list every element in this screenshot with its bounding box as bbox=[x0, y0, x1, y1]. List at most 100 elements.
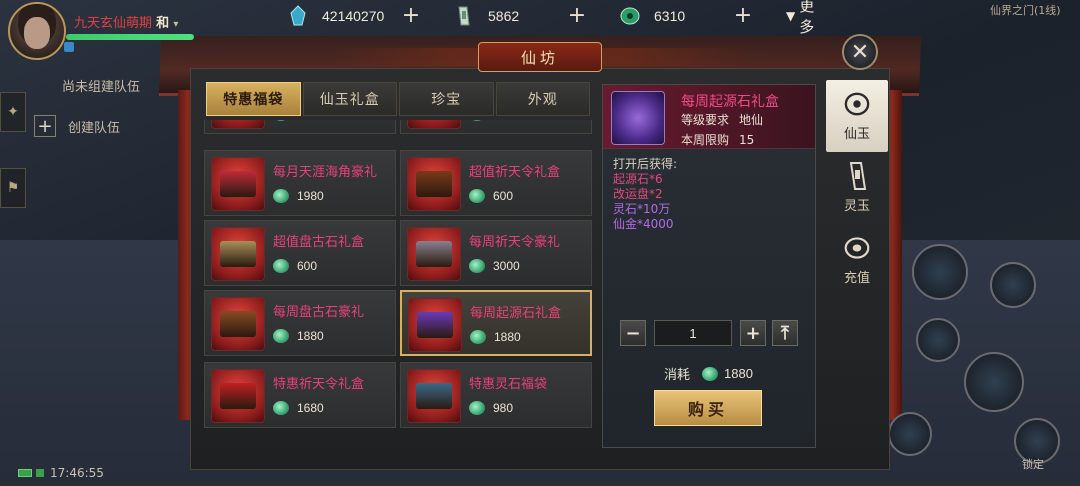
quest-tab-icon[interactable]: ✦ bbox=[0, 92, 26, 132]
shop-item[interactable]: 特惠祈天令礼盒 1680 bbox=[204, 362, 396, 428]
level-requirement-label: 等级要求 bbox=[681, 113, 730, 127]
jade-coin-icon bbox=[273, 189, 289, 203]
resource-jade-coin: 6310 + bbox=[620, 5, 780, 27]
team-tab-icon[interactable]: ⚑ bbox=[0, 168, 26, 208]
item-name: 超值盘古石礼盒 bbox=[273, 235, 365, 250]
item-price-value: 3000 bbox=[493, 259, 520, 273]
lucky-bag-icon bbox=[211, 157, 265, 211]
jade-coin-icon bbox=[273, 259, 289, 273]
skill-button-1[interactable] bbox=[912, 244, 968, 300]
skill-button-5[interactable] bbox=[888, 412, 932, 456]
team-panel: 尚未组建队伍 + 创建队伍 bbox=[28, 70, 188, 137]
jade-coin-icon bbox=[273, 401, 289, 415]
item-name: 每周起源石礼盒 bbox=[470, 306, 562, 321]
side-tab-jade[interactable]: 仙玉 bbox=[826, 80, 888, 152]
purchase-cost: 消耗 1880 bbox=[664, 364, 753, 383]
buy-button[interactable]: 购买 bbox=[654, 390, 762, 426]
minus-icon: − bbox=[625, 322, 641, 344]
gift-box-icon bbox=[211, 120, 265, 129]
treasure-chest-icon bbox=[611, 91, 665, 145]
item-price: 600 bbox=[469, 189, 513, 203]
tab-treasure[interactable]: 珍宝 bbox=[399, 82, 494, 116]
add-spirit-crystal-button[interactable]: + bbox=[400, 5, 422, 27]
reward-item: 起源石*6 bbox=[613, 172, 663, 186]
player-name: 九天玄仙萌期 和 ▾ bbox=[74, 12, 178, 31]
close-button[interactable]: ✕ bbox=[842, 34, 878, 70]
item-price-value: 1680 bbox=[297, 401, 324, 415]
lucky-bag-icon bbox=[407, 369, 461, 423]
skill-button-3[interactable] bbox=[916, 318, 960, 362]
shop-item[interactable]: 特惠灵石福袋 980 bbox=[400, 362, 592, 428]
tab-jade-gift-box[interactable]: 仙玉礼盒 bbox=[302, 82, 397, 116]
shop-item[interactable]: 超值盘古石礼盒 600 bbox=[204, 220, 396, 286]
item-price-value: 1880 bbox=[494, 330, 521, 344]
shop-title: 仙坊 bbox=[478, 42, 602, 72]
cost-value: 1880 bbox=[724, 366, 753, 381]
detail-item-name: 每周起源石礼盒 bbox=[681, 94, 779, 110]
item-price-value: 600 bbox=[297, 259, 318, 273]
status-icon bbox=[64, 42, 74, 52]
wifi-icon bbox=[36, 469, 44, 477]
tab-appearance[interactable]: 外观 bbox=[495, 82, 590, 116]
side-tab-recharge[interactable]: 充值 bbox=[826, 224, 888, 296]
skill-button-2[interactable] bbox=[990, 262, 1036, 308]
reward-item: 仙金*4000 bbox=[613, 217, 674, 231]
item-price: 12880 bbox=[469, 120, 526, 121]
create-team-button[interactable]: + 创建队伍 bbox=[34, 115, 188, 137]
item-name: 特惠灵石福袋 bbox=[469, 377, 548, 392]
shop-item[interactable]: 18880 bbox=[204, 120, 396, 134]
shop-tabs: 特惠福袋 仙玉礼盒 珍宝 外观 bbox=[206, 82, 592, 116]
lock-label: 锁定 bbox=[1022, 458, 1044, 471]
shop-item[interactable]: 12880 bbox=[400, 120, 592, 134]
side-tab-label: 仙玉 bbox=[843, 126, 870, 142]
add-talisman-button[interactable]: + bbox=[566, 5, 588, 27]
item-name: 特惠祈天令礼盒 bbox=[273, 377, 365, 392]
item-price-value: 12880 bbox=[493, 120, 526, 121]
recharge-icon bbox=[844, 235, 870, 261]
item-price: 1880 bbox=[470, 330, 521, 344]
shop-item[interactable]: 每月天涯海角豪礼 1980 bbox=[204, 150, 396, 216]
treasure-chest-icon bbox=[211, 227, 265, 281]
tab-special-bags[interactable]: 特惠福袋 bbox=[206, 82, 301, 116]
item-price: 1980 bbox=[273, 189, 324, 203]
jade-coin-value: 6310 bbox=[654, 8, 686, 24]
jade-coin-icon bbox=[702, 366, 719, 381]
more-button[interactable]: ▼ 更多 bbox=[786, 0, 814, 37]
side-tab-label: 充值 bbox=[843, 270, 870, 286]
chevron-down-icon[interactable]: ▾ bbox=[173, 19, 178, 30]
map-location-label[interactable]: 仙界之门(1线) bbox=[990, 2, 1061, 18]
shop-item[interactable]: 每周祈天令豪礼 3000 bbox=[400, 220, 592, 286]
jade-coin-icon bbox=[620, 6, 640, 26]
cost-label: 消耗 bbox=[664, 368, 691, 383]
shop-item-selected[interactable]: 每周起源石礼盒 1880 bbox=[400, 290, 592, 356]
jade-coin-icon bbox=[470, 330, 486, 344]
player-avatar[interactable] bbox=[8, 2, 66, 60]
item-price: 980 bbox=[469, 401, 513, 415]
shop-item[interactable]: 超值祈天令礼盒 600 bbox=[400, 150, 592, 216]
jade-coin-icon bbox=[844, 91, 870, 117]
decrease-quantity-button[interactable]: − bbox=[620, 320, 646, 346]
shop-item-grid: 18880 12880 每月天涯海角豪礼 1980 超值祈天令礼盒 600 超值… bbox=[204, 120, 594, 432]
item-name: 超值祈天令礼盒 bbox=[469, 165, 561, 180]
reward-header: 打开后获得: bbox=[613, 157, 678, 171]
max-quantity-button[interactable]: ⤒ bbox=[772, 320, 798, 346]
item-price: 1880 bbox=[273, 329, 324, 343]
skill-button-4[interactable] bbox=[964, 352, 1024, 412]
plus-icon: + bbox=[34, 115, 56, 137]
add-jade-coin-button[interactable]: + bbox=[732, 5, 754, 27]
shop-item[interactable]: 每周盘古石豪礼 1880 bbox=[204, 290, 396, 356]
item-price-value: 1980 bbox=[297, 189, 324, 203]
gift-box-icon bbox=[407, 120, 461, 129]
spirit-crystal-value: 42140270 bbox=[322, 8, 385, 24]
treasure-chest-icon bbox=[407, 227, 461, 281]
increase-quantity-button[interactable]: + bbox=[740, 320, 766, 346]
side-tab-spirit-jade[interactable]: 灵玉 bbox=[826, 152, 888, 224]
level-requirement: 等级要求 地仙 bbox=[681, 111, 763, 128]
create-team-label: 创建队伍 bbox=[68, 120, 121, 136]
quantity-input[interactable]: 1 bbox=[654, 320, 732, 346]
clock-time: 17:46:55 bbox=[50, 466, 104, 480]
currency-side-tabs: 仙玉 灵玉 充值 bbox=[826, 80, 890, 296]
side-tab-label: 灵玉 bbox=[843, 198, 870, 214]
left-side-icons: ✦ ⚑ bbox=[0, 92, 26, 244]
no-team-label: 尚未组建队伍 bbox=[62, 80, 141, 95]
